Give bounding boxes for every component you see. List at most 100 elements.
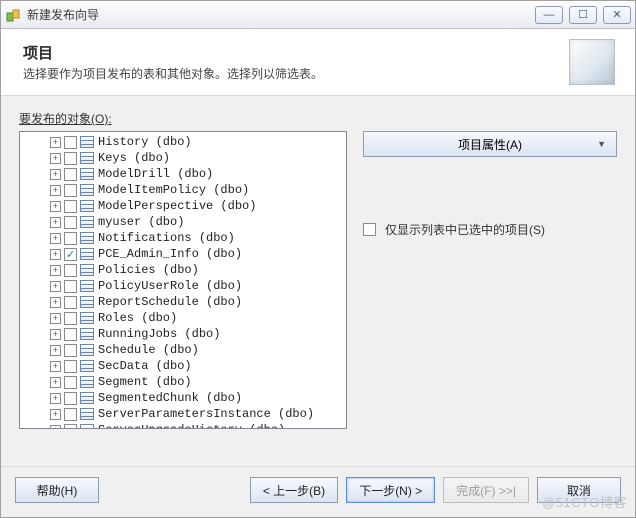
expand-icon[interactable]: + [50, 409, 61, 420]
wizard-body: 要发布的对象(O): +History (dbo)+Keys (dbo)+Mod… [1, 96, 635, 466]
checkbox[interactable] [64, 136, 77, 149]
tree-row[interactable]: + ReportSchedule (dbo) [22, 294, 346, 310]
tree-item-label: Segment (dbo) [98, 375, 192, 389]
project-properties-button[interactable]: 项目属性(A) ▼ [363, 131, 617, 157]
tree-row[interactable]: +ServerUpgradeHistory (dbo) [22, 422, 346, 429]
page-description: 选择要作为项目发布的表和其他对象。选择列以筛选表。 [23, 65, 569, 82]
checkbox[interactable] [64, 360, 77, 373]
checkbox[interactable] [64, 408, 77, 421]
tree-row[interactable]: +Notifications (dbo) [22, 230, 346, 246]
tree-row[interactable]: + Segment (dbo) [22, 374, 346, 390]
tree-item-label: ReportSchedule (dbo) [98, 295, 242, 309]
tree-row[interactable]: + History (dbo) [22, 134, 346, 150]
tree-row[interactable]: + Schedule (dbo) [22, 342, 346, 358]
tree-row[interactable]: +Policies (dbo) [22, 262, 346, 278]
checkbox[interactable] [64, 312, 77, 325]
table-icon [80, 328, 94, 340]
close-button[interactable]: ✕ [603, 6, 631, 24]
system-buttons: — ☐ ✕ [535, 6, 631, 24]
expand-icon[interactable]: + [50, 265, 61, 276]
expand-icon[interactable]: + [50, 377, 61, 388]
tree-row[interactable]: +RunningJobs (dbo) [22, 326, 346, 342]
expand-icon[interactable]: + [50, 217, 61, 228]
project-properties-label: 项目属性(A) [458, 136, 522, 153]
table-icon [80, 200, 94, 212]
show-selected-label: 仅显示列表中已选中的项目(S) [385, 221, 545, 238]
expand-icon[interactable]: + [50, 169, 61, 180]
expand-icon[interactable]: + [50, 233, 61, 244]
table-icon [80, 312, 94, 324]
expand-icon[interactable]: + [50, 281, 61, 292]
tree-row[interactable]: +PolicyUserRole (dbo) [22, 278, 346, 294]
expand-icon[interactable]: + [50, 313, 61, 324]
table-icon [80, 392, 94, 404]
checkbox[interactable] [64, 200, 77, 213]
checkbox[interactable] [64, 424, 77, 430]
checkbox[interactable] [64, 392, 77, 405]
tree-item-label: Roles (dbo) [98, 311, 177, 325]
tree-item-label: PCE_Admin_Info (dbo) [98, 247, 242, 261]
app-icon [5, 7, 21, 23]
expand-icon[interactable]: + [50, 153, 61, 164]
tree-row[interactable]: +Keys (dbo) [22, 150, 346, 166]
table-icon [80, 408, 94, 420]
finish-button: 完成(F) >>| [443, 477, 529, 503]
tree-row[interactable]: + SegmentedChunk (dbo) [22, 390, 346, 406]
table-icon [80, 248, 94, 260]
tree-row[interactable]: +ModelItemPolicy (dbo) [22, 182, 346, 198]
expand-icon[interactable]: + [50, 297, 61, 308]
expand-icon[interactable]: + [50, 201, 61, 212]
expand-icon[interactable]: + [50, 329, 61, 340]
button-bar: 帮助(H) < 上一步(B) 下一步(N) > 完成(F) >>| 取消 [1, 466, 635, 517]
tree-item-label: Schedule (dbo) [98, 343, 199, 357]
wizard-banner-icon [569, 39, 615, 85]
checkbox[interactable] [64, 280, 77, 293]
tree-row[interactable]: + Roles (dbo) [22, 310, 346, 326]
checkbox[interactable] [64, 184, 77, 197]
expand-icon[interactable]: + [50, 137, 61, 148]
table-icon [80, 280, 94, 292]
cancel-button[interactable]: 取消 [537, 477, 621, 503]
tree-item-label: SecData (dbo) [98, 359, 192, 373]
tree-row[interactable]: +ModelPerspective (dbo) [22, 198, 346, 214]
titlebar: 新建发布向导 — ☐ ✕ [1, 1, 635, 29]
wizard-window: 新建发布向导 — ☐ ✕ 项目 选择要作为项目发布的表和其他对象。选择列以筛选表… [0, 0, 636, 518]
objects-tree[interactable]: + History (dbo)+Keys (dbo)+ModelDrill (db… [19, 131, 347, 429]
checkbox[interactable] [64, 296, 77, 309]
table-icon [80, 232, 94, 244]
wizard-header: 项目 选择要作为项目发布的表和其他对象。选择列以筛选表。 [1, 29, 635, 96]
expand-icon[interactable]: + [50, 185, 61, 196]
back-button[interactable]: < 上一步(B) [250, 477, 338, 503]
checkbox[interactable] [64, 216, 77, 229]
checkbox[interactable] [64, 344, 77, 357]
expand-icon[interactable]: + [50, 361, 61, 372]
tree-item-label: SegmentedChunk (dbo) [98, 391, 242, 405]
checkbox[interactable] [64, 168, 77, 181]
checkbox[interactable] [64, 152, 77, 165]
show-selected-checkbox[interactable] [363, 223, 376, 236]
expand-icon[interactable]: + [50, 345, 61, 356]
checkbox[interactable] [64, 328, 77, 341]
next-button[interactable]: 下一步(N) > [346, 477, 435, 503]
maximize-button[interactable]: ☐ [569, 6, 597, 24]
table-icon [80, 376, 94, 388]
tree-row[interactable]: +myuser (dbo) [22, 214, 346, 230]
minimize-button[interactable]: — [535, 6, 563, 24]
expand-icon[interactable]: + [50, 425, 61, 430]
table-icon [80, 296, 94, 308]
checkbox[interactable]: ✓ [64, 248, 77, 261]
tree-row[interactable]: +✓ PCE_Admin_Info (dbo) [22, 246, 346, 262]
page-title: 项目 [23, 42, 569, 63]
tree-row[interactable]: + SecData (dbo) [22, 358, 346, 374]
tree-row[interactable]: +ModelDrill (dbo) [22, 166, 346, 182]
expand-icon[interactable]: + [50, 393, 61, 404]
tree-row[interactable]: +ServerParametersInstance (dbo) [22, 406, 346, 422]
expand-icon[interactable]: + [50, 249, 61, 260]
show-selected-only[interactable]: 仅显示列表中已选中的项目(S) [363, 221, 617, 238]
help-button[interactable]: 帮助(H) [15, 477, 99, 503]
checkbox[interactable] [64, 264, 77, 277]
tree-item-label: History (dbo) [98, 135, 192, 149]
checkbox[interactable] [64, 232, 77, 245]
checkbox[interactable] [64, 376, 77, 389]
table-icon [80, 152, 94, 164]
